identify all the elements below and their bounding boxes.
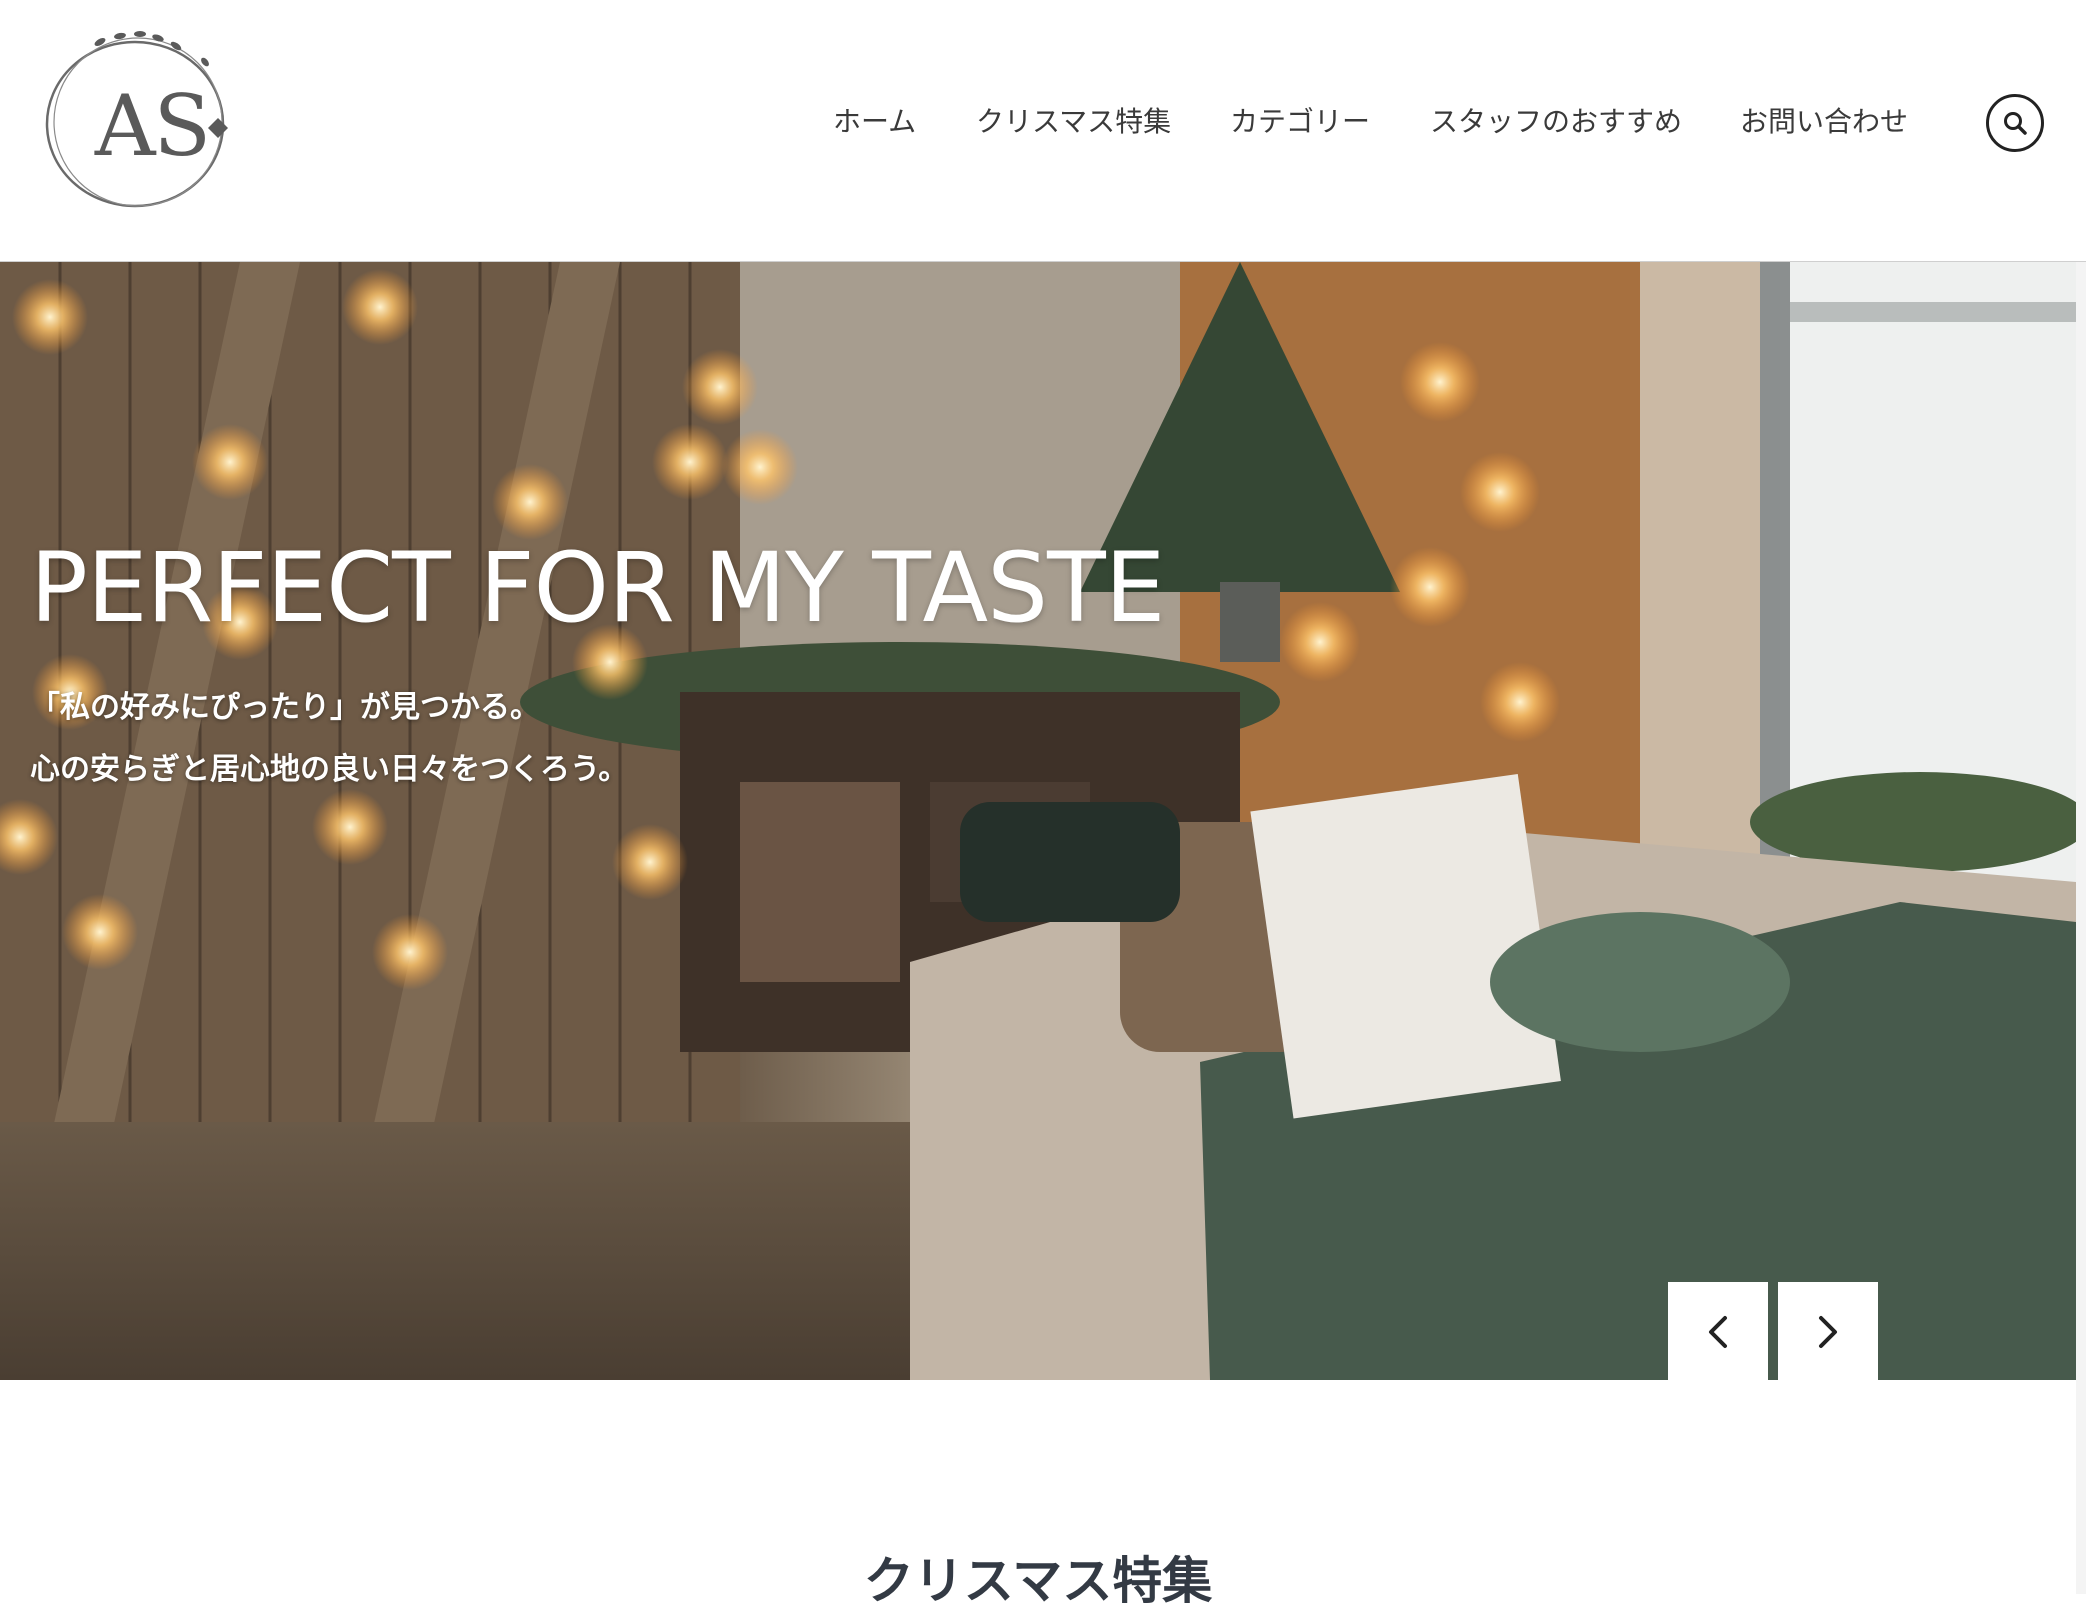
section-title-christmas: クリスマス特集: [863, 1552, 1213, 1610]
hero-subtitle-line1: 「私の好みにぴったり」が見つかる。: [30, 690, 540, 725]
chevron-left-icon: [1709, 1316, 1727, 1348]
hero-slider: PERFECT FOR MY TASTE 「私の好みにぴったり」が見つかる。 心…: [0, 262, 2076, 1380]
main-nav: ホーム クリスマス特集 カテゴリー スタッフのおすすめ お問い合わせ: [0, 102, 2086, 142]
nav-item-contact[interactable]: お問い合わせ: [1740, 102, 1908, 142]
slider-next-button[interactable]: [1778, 1282, 1878, 1380]
page-right-edge: [2076, 262, 2086, 1594]
slider-prev-button[interactable]: [1668, 1282, 1768, 1380]
search-button[interactable]: [1986, 94, 2044, 152]
chevron-right-icon: [1819, 1316, 1837, 1348]
nav-item-staff-picks[interactable]: スタッフのおすすめ: [1430, 102, 1682, 142]
hero-title: PERFECT FOR MY TASTE: [30, 532, 1165, 644]
hero-subtitle-line2: 心の安らぎと居心地の良い日々をつくろう。: [30, 752, 629, 787]
site-header: AS ホーム クリスマス特集 カテゴリー スタッフのおすすめ お問い合わせ: [0, 0, 2086, 262]
hero-background-image: [0, 262, 2076, 1380]
nav-item-home[interactable]: ホーム: [833, 102, 916, 142]
nav-item-category[interactable]: カテゴリー: [1230, 102, 1370, 142]
nav-item-christmas[interactable]: クリスマス特集: [976, 102, 1171, 142]
search-icon: [2004, 112, 2027, 135]
